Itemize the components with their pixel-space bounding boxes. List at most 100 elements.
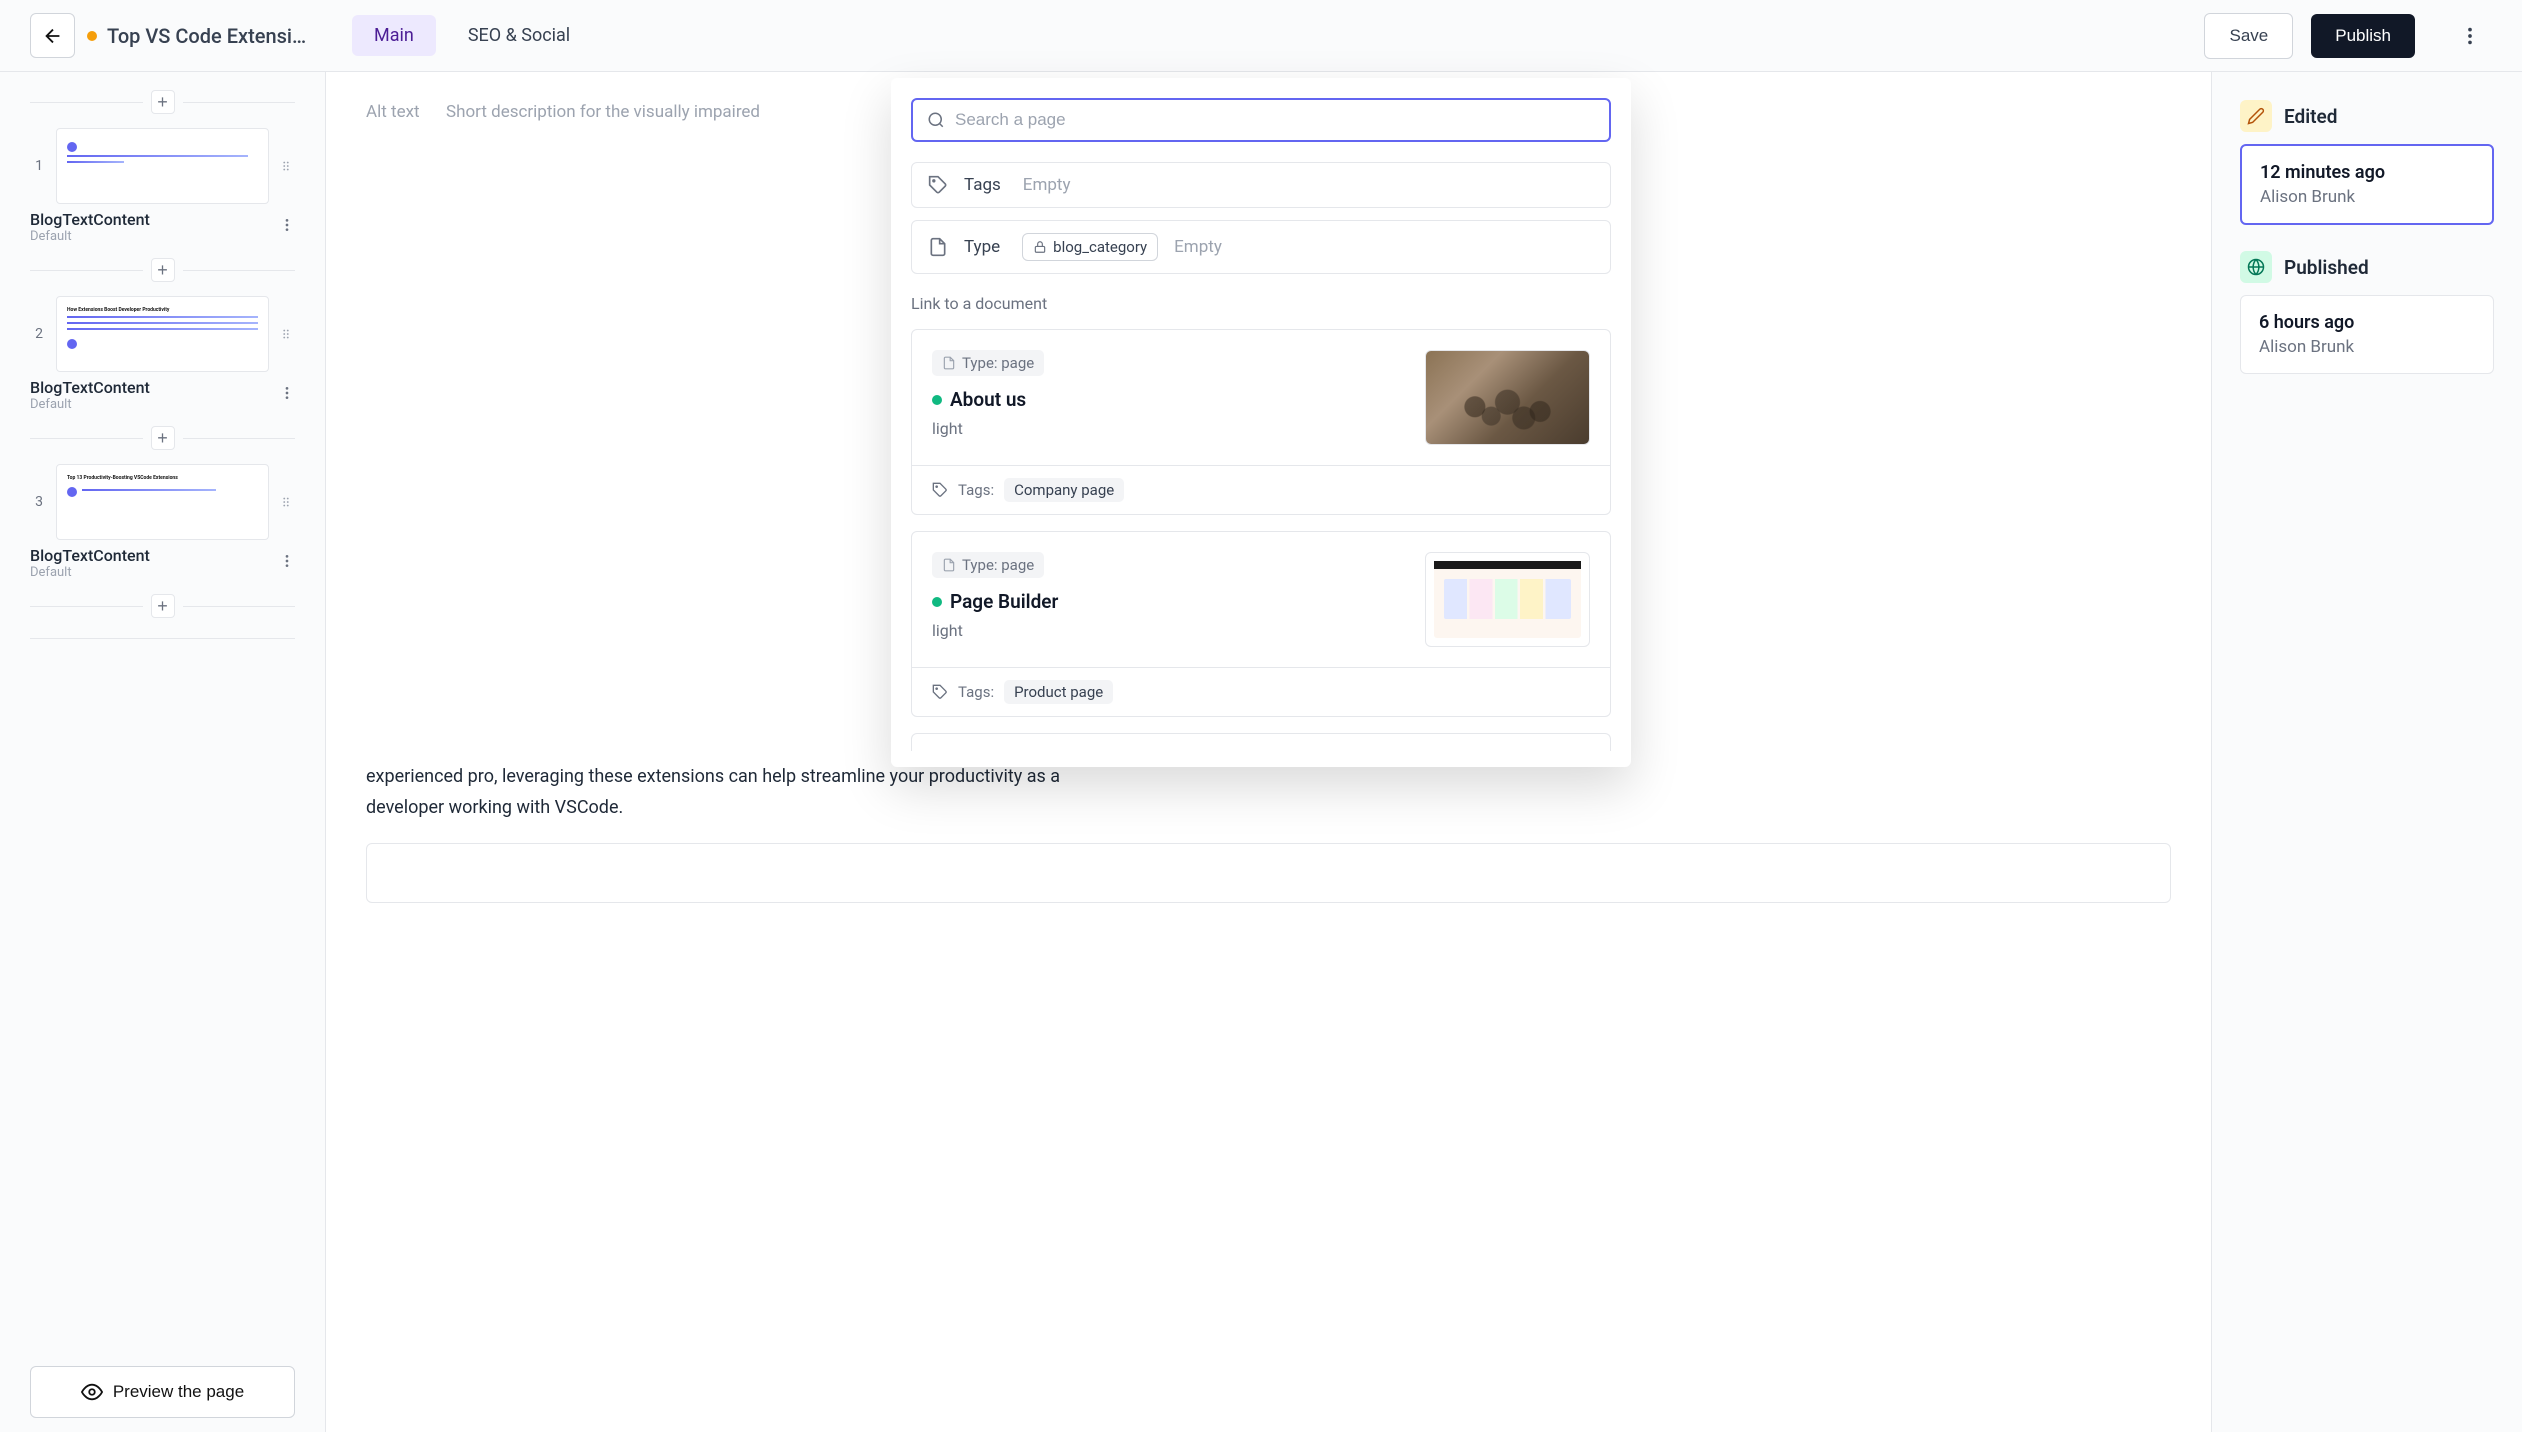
- add-block-row: +: [30, 254, 295, 286]
- version-time: 6 hours ago: [2259, 312, 2475, 333]
- doc-subtitle: light: [932, 621, 1409, 640]
- block-thumbnail: How Extensions Boost Developer Productiv…: [56, 296, 269, 372]
- add-block-button[interactable]: +: [151, 258, 175, 282]
- eye-icon: [81, 1381, 103, 1403]
- doc-title: Page Builder: [950, 590, 1058, 613]
- block-index: 3: [30, 464, 48, 540]
- drag-handle-icon: [279, 327, 293, 341]
- edited-label: Edited: [2284, 105, 2337, 128]
- lock-icon: [1033, 240, 1047, 254]
- doc-tag-chip: Company page: [1004, 478, 1124, 502]
- document-card[interactable]: Type: page About us light Tags: Company …: [911, 329, 1611, 515]
- published-status-icon: [2240, 251, 2272, 283]
- file-icon: [928, 237, 948, 257]
- more-menu-button[interactable]: [2447, 13, 2492, 58]
- body-paragraph: experienced pro, leveraging these extens…: [366, 762, 1086, 823]
- doc-type-label: Type: page: [962, 556, 1034, 574]
- doc-type-label: Type: page: [962, 354, 1034, 372]
- block-name: BlogTextContent: [30, 546, 150, 565]
- add-block-button[interactable]: +: [151, 90, 175, 114]
- tags-filter-row[interactable]: Tags Empty: [911, 162, 1611, 208]
- save-button[interactable]: Save: [2204, 13, 2293, 59]
- edited-status-row: Edited: [2240, 100, 2494, 132]
- sidebar-right: Edited 12 minutes ago Alison Brunk Publi…: [2212, 72, 2522, 1432]
- file-icon: [942, 356, 956, 370]
- more-vertical-icon: [279, 217, 295, 233]
- search-input[interactable]: [955, 110, 1595, 130]
- drag-handle[interactable]: [277, 296, 295, 372]
- drag-handle-icon: [279, 159, 293, 173]
- block-wrapper: 3 Top 13 Productivity-Boosting VSCode Ex…: [30, 464, 295, 580]
- drag-handle[interactable]: [277, 464, 295, 540]
- tag-icon: [932, 684, 948, 700]
- search-icon: [927, 111, 945, 129]
- type-filter-placeholder: Empty: [1174, 237, 1222, 257]
- doc-thumbnail: [1425, 552, 1590, 647]
- doc-tags-label: Tags:: [958, 683, 994, 701]
- alt-text-placeholder[interactable]: Short description for the visually impai…: [446, 102, 760, 122]
- draft-status-dot: [87, 31, 97, 41]
- more-vertical-icon: [2459, 25, 2481, 47]
- doc-title: About us: [950, 388, 1026, 411]
- header-tabs: Main SEO & Social: [352, 15, 592, 56]
- block-more-button[interactable]: [279, 553, 295, 573]
- drag-handle[interactable]: [277, 128, 295, 204]
- block-meta: BlogTextContent Default: [30, 210, 295, 244]
- type-chip-label: blog_category: [1053, 238, 1147, 256]
- tag-icon: [928, 175, 948, 195]
- edited-status-icon: [2240, 100, 2272, 132]
- block-wrapper: 1 BlogTextContent Default: [30, 128, 295, 244]
- more-vertical-icon: [279, 553, 295, 569]
- tag-icon: [932, 482, 948, 498]
- doc-type-pill: Type: page: [932, 350, 1044, 376]
- sidebar-left: + 1 BlogTextContent Default: [0, 72, 325, 1432]
- type-filter-row[interactable]: Type blog_category Empty: [911, 220, 1611, 274]
- block-variant: Default: [30, 397, 150, 412]
- block-thumbnail: [56, 128, 269, 204]
- version-author: Alison Brunk: [2259, 337, 2475, 357]
- block-card[interactable]: 1: [30, 128, 295, 204]
- alt-text-label: Alt text: [366, 102, 426, 122]
- block-wrapper: 2 How Extensions Boost Developer Product…: [30, 296, 295, 412]
- tab-main[interactable]: Main: [352, 15, 436, 56]
- block-name: BlogTextContent: [30, 378, 150, 397]
- more-vertical-icon: [279, 385, 295, 401]
- globe-icon: [2247, 258, 2265, 276]
- doc-status-dot: [932, 597, 942, 607]
- block-thumbnail: Top 13 Productivity-Boosting VSCode Exte…: [56, 464, 269, 540]
- add-block-button[interactable]: +: [151, 594, 175, 618]
- document-card-partial[interactable]: [911, 733, 1611, 751]
- preview-page-button[interactable]: Preview the page: [30, 1366, 295, 1418]
- add-block-row: +: [30, 590, 295, 622]
- drag-handle-icon: [279, 495, 293, 509]
- add-block-row: +: [30, 422, 295, 454]
- version-author: Alison Brunk: [2260, 187, 2474, 207]
- tab-seo-social[interactable]: SEO & Social: [446, 15, 592, 56]
- doc-thumbnail: [1425, 350, 1590, 445]
- add-block-button[interactable]: +: [151, 426, 175, 450]
- block-more-button[interactable]: [279, 385, 295, 405]
- tags-filter-placeholder: Empty: [1023, 175, 1071, 195]
- back-button[interactable]: [30, 13, 75, 58]
- link-page-modal: Tags Empty Type blog_category Empty Link…: [891, 78, 1631, 767]
- block-card[interactable]: 2 How Extensions Boost Developer Product…: [30, 296, 295, 372]
- block-more-button[interactable]: [279, 217, 295, 237]
- type-chip[interactable]: blog_category: [1022, 233, 1158, 261]
- version-card-edited[interactable]: 12 minutes ago Alison Brunk: [2240, 144, 2494, 225]
- block-index: 1: [30, 128, 48, 204]
- version-time: 12 minutes ago: [2260, 162, 2474, 183]
- doc-card-footer: Tags: Product page: [912, 667, 1610, 716]
- publish-button[interactable]: Publish: [2311, 14, 2415, 58]
- empty-block[interactable]: [366, 843, 2171, 903]
- block-name: BlogTextContent: [30, 210, 150, 229]
- search-input-wrap[interactable]: [911, 98, 1611, 142]
- type-filter-label: Type: [964, 237, 1000, 257]
- block-variant: Default: [30, 565, 150, 580]
- block-index: 2: [30, 296, 48, 372]
- block-meta: BlogTextContent Default: [30, 546, 295, 580]
- pencil-icon: [2247, 107, 2265, 125]
- version-card-published[interactable]: 6 hours ago Alison Brunk: [2240, 295, 2494, 374]
- block-card[interactable]: 3 Top 13 Productivity-Boosting VSCode Ex…: [30, 464, 295, 540]
- document-card[interactable]: Type: page Page Builder light Tags: Prod…: [911, 531, 1611, 717]
- published-label: Published: [2284, 256, 2369, 279]
